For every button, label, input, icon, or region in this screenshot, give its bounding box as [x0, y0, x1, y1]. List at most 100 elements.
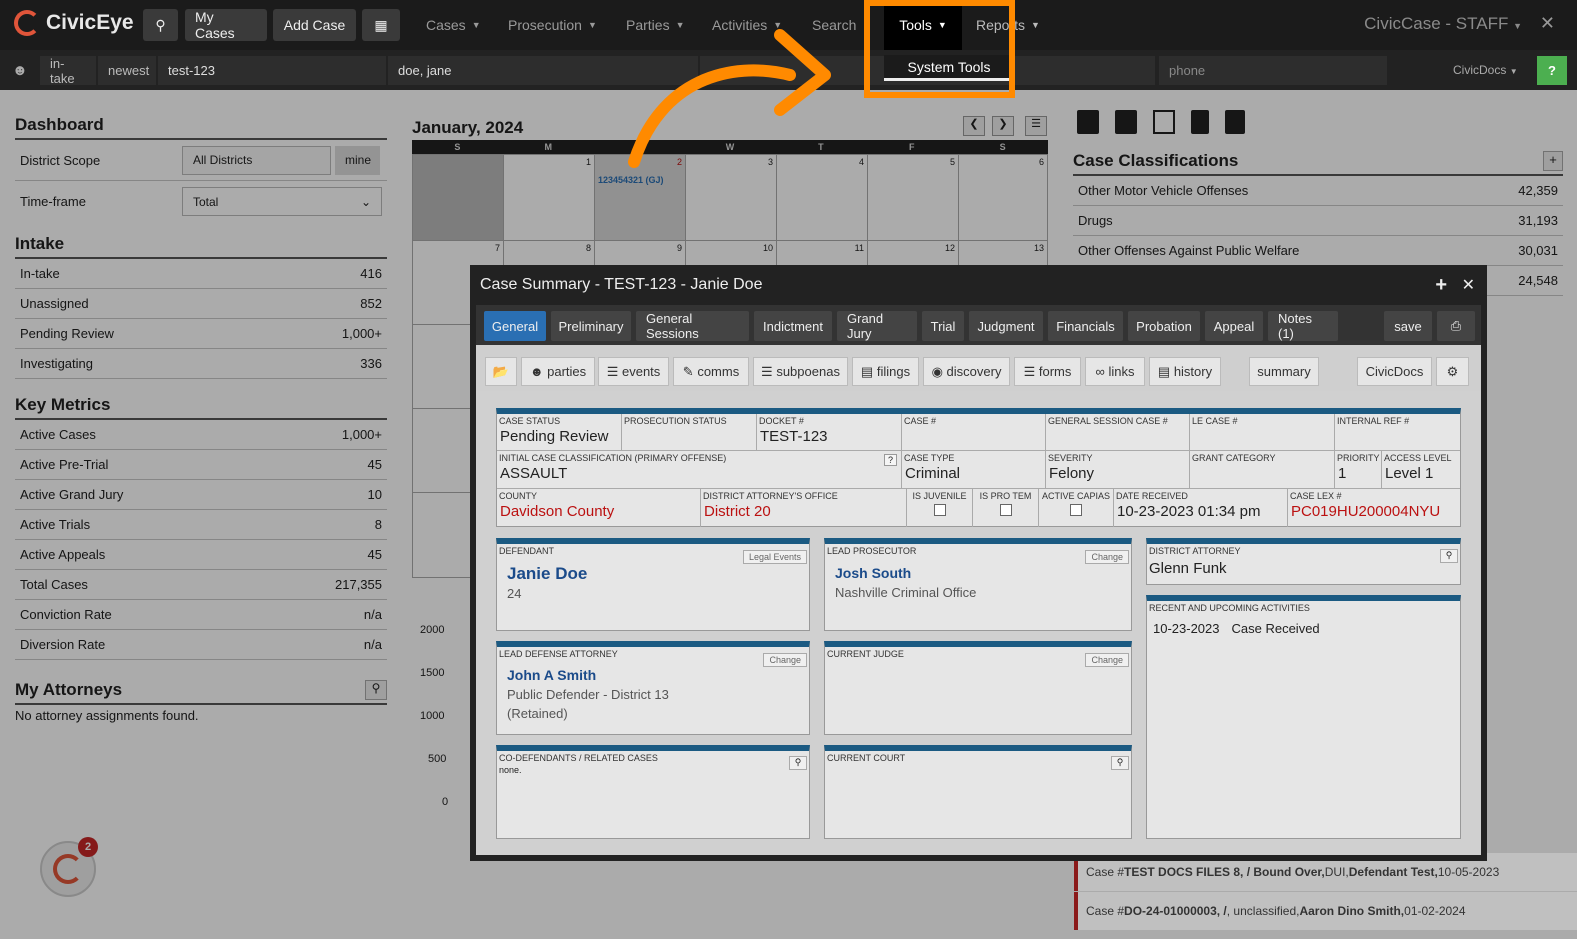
parties-label: parties: [547, 364, 587, 379]
case-number-field[interactable]: Case #: [902, 414, 1046, 451]
initial-classification-field[interactable]: Initial Case Classification (Primary Off…: [497, 451, 902, 489]
da-office-field[interactable]: District Attorney's Office District 20: [701, 489, 907, 527]
folder-icon[interactable]: 📂: [485, 357, 517, 386]
nav-cases[interactable]: Cases ▼: [426, 0, 481, 50]
links-button[interactable]: ∞ links: [1085, 357, 1145, 386]
modal-title: Case Summary - TEST-123 - Janie Doe: [480, 276, 763, 293]
activities-panel: Recent and Upcoming Activities 10-23-202…: [1146, 595, 1461, 839]
highlight-box: [864, 0, 1015, 98]
feed-item[interactable]: Case # DO-24-01000003, / , unclassified, …: [1074, 892, 1577, 930]
parties-button[interactable]: ☻ parties: [521, 357, 595, 386]
is-juvenile-checkbox[interactable]: [933, 504, 946, 516]
field-value: Davidson County: [500, 503, 615, 520]
gear-icon[interactable]: ⚙: [1436, 357, 1469, 386]
case-status-field[interactable]: Case Status Pending Review: [497, 414, 622, 451]
case-fields-grid: Case Status Pending Review Prosecution St…: [496, 408, 1461, 527]
tab-indictment[interactable]: Indictment: [754, 311, 832, 341]
county-field[interactable]: County Davidson County: [497, 489, 701, 527]
tab-preliminary[interactable]: Preliminary: [551, 311, 631, 341]
search-icon[interactable]: ⚲: [1440, 549, 1458, 563]
caret-down-icon: ▼: [1513, 21, 1522, 31]
defendant-age: 24: [507, 586, 522, 601]
my-cases-button[interactable]: My Cases: [185, 9, 267, 41]
prosecution-status-field[interactable]: Prosecution Status: [622, 414, 757, 451]
prosecutor-office: Nashville Criminal Office: [835, 585, 977, 600]
panel-label: Current Court: [827, 753, 906, 763]
panel-label: Co-Defendants / Related Cases: [499, 753, 658, 763]
search-icon[interactable]: ⚲: [1111, 756, 1129, 770]
active-capias-checkbox[interactable]: [1070, 504, 1082, 516]
help-button[interactable]: ?: [1537, 56, 1567, 85]
field-label: Grant Category: [1192, 453, 1276, 463]
discovery-button[interactable]: ◉ discovery: [923, 357, 1010, 386]
phone-input[interactable]: phone: [1159, 56, 1387, 85]
access-level-field[interactable]: Access Level Level 1: [1382, 451, 1460, 489]
tab-general-sessions[interactable]: General Sessions: [636, 311, 749, 341]
brand-logo[interactable]: CivicEye: [14, 10, 134, 36]
calculator-button[interactable]: ▦: [362, 9, 400, 41]
subpoenas-button[interactable]: ☰ subpoenas: [753, 357, 848, 386]
search-icon[interactable]: ⚲: [789, 756, 807, 770]
help-icon[interactable]: ?: [883, 454, 897, 466]
user-icon[interactable]: ☻: [12, 62, 28, 79]
tab-judgment[interactable]: Judgment: [969, 311, 1043, 341]
tab-financials[interactable]: Financials: [1048, 311, 1123, 341]
case-lex-field[interactable]: Case Lex # PC019HU200004NYU: [1288, 489, 1460, 527]
is-pro-tem-checkbox[interactable]: [999, 504, 1012, 516]
severity-field[interactable]: Severity Felony: [1046, 451, 1190, 489]
save-button[interactable]: save: [1384, 311, 1432, 341]
nav-prosecution[interactable]: Prosecution ▼: [508, 0, 597, 50]
case-number-input[interactable]: test-123: [158, 56, 386, 85]
filings-label: filings: [876, 364, 911, 379]
comms-button[interactable]: ✎ comms: [673, 357, 749, 386]
docket-field[interactable]: Docket # TEST-123: [757, 414, 902, 451]
events-button[interactable]: ☰ events: [598, 357, 669, 386]
le-case-field[interactable]: LE Case #: [1190, 414, 1335, 451]
codefendants-panel: Co-Defendants / Related Cases ⚲ none.: [496, 745, 810, 839]
window-title[interactable]: CivicCase - STAFF ▼: [1364, 14, 1522, 34]
change-judge-button[interactable]: Change: [1085, 653, 1129, 667]
civicdocs-menu[interactable]: CivicDocs ▼: [1453, 63, 1518, 77]
history-button[interactable]: ▤ history: [1149, 357, 1221, 386]
legal-events-button[interactable]: Legal Events: [742, 550, 807, 564]
date-received-field[interactable]: Date Received 10-23-2023 01:34 pm: [1114, 489, 1288, 527]
case-type-field[interactable]: Case Type Criminal: [902, 451, 1046, 489]
field-label: Prosecution Status: [624, 416, 727, 426]
defense-name[interactable]: John A Smith: [497, 659, 809, 683]
field-value: Pending Review: [500, 428, 609, 445]
priority-field[interactable]: Priority 1: [1335, 451, 1382, 489]
grant-category-field[interactable]: Grant Category: [1190, 451, 1335, 489]
intake-filter[interactable]: in-take: [40, 56, 96, 86]
filings-button[interactable]: ▤ filings: [852, 357, 919, 386]
internal-ref-field[interactable]: Internal Ref #: [1335, 414, 1460, 451]
tab-appeal[interactable]: Appeal: [1205, 311, 1263, 341]
print-icon[interactable]: ⎙: [1437, 311, 1475, 341]
newest-filter[interactable]: newest: [98, 56, 156, 85]
activity-row[interactable]: 10-23-2023 Case Received: [1147, 613, 1460, 644]
tab-grand-jury[interactable]: Grand Jury: [837, 311, 917, 341]
search-button[interactable]: ⚲: [143, 9, 178, 41]
change-defense-button[interactable]: Change: [763, 653, 807, 667]
window-title-label: CivicCase - STAFF: [1364, 14, 1509, 33]
tab-notes[interactable]: Notes (1): [1268, 311, 1338, 341]
feed-id: DO-24-01000003, /: [1124, 904, 1227, 918]
add-case-button[interactable]: Add Case: [273, 9, 356, 41]
civicdocs-label: CivicDocs: [1453, 63, 1507, 77]
forms-button[interactable]: ☰ forms: [1014, 357, 1081, 386]
summary-button[interactable]: summary: [1249, 357, 1319, 386]
general-session-case-field[interactable]: General Session Case #: [1046, 414, 1190, 451]
lead-defense-panel: Lead Defense Attorney Change John A Smit…: [496, 641, 810, 735]
modal-title-bar: Case Summary - TEST-123 - Janie Doe + ✕: [470, 265, 1487, 305]
close-icon[interactable]: ✕: [1462, 275, 1475, 295]
district-attorney-panel: District Attorney ⚲ Glenn Funk: [1146, 538, 1461, 585]
tab-trial[interactable]: Trial: [922, 311, 964, 341]
civicdocs-button[interactable]: CivicDocs: [1357, 357, 1432, 386]
tab-general[interactable]: General: [484, 311, 546, 341]
panel-label: Lead Defense Attorney: [499, 649, 618, 659]
defense-status: (Retained): [507, 706, 568, 721]
tab-probation[interactable]: Probation: [1128, 311, 1200, 341]
change-prosecutor-button[interactable]: Change: [1085, 550, 1129, 564]
close-icon[interactable]: ✕: [1540, 13, 1555, 34]
expand-icon[interactable]: +: [1435, 274, 1447, 297]
link-icon: ∞: [1095, 364, 1109, 379]
